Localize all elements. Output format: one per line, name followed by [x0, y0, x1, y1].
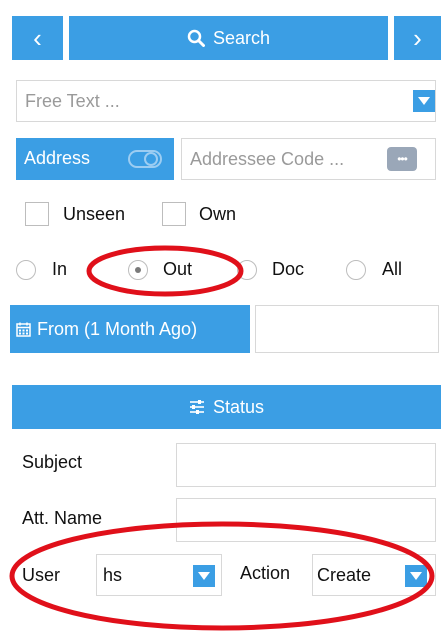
- radio-in-label: In: [52, 259, 68, 279]
- radio-in[interactable]: [16, 260, 36, 280]
- user-dropdown-button[interactable]: [193, 565, 215, 587]
- att-name-input[interactable]: [176, 498, 436, 542]
- att-name-label: Att. Name: [22, 508, 103, 528]
- chevron-down-icon: [418, 97, 430, 105]
- search-label: Search: [212, 27, 271, 48]
- search-icon: [187, 29, 205, 47]
- date-value-field[interactable]: [255, 305, 439, 353]
- own-label: Own: [199, 204, 237, 224]
- calendar-icon: [16, 322, 31, 337]
- radio-doc[interactable]: [237, 260, 257, 280]
- user-label: User: [22, 565, 61, 585]
- status-button[interactable]: Status: [12, 385, 441, 429]
- subject-input[interactable]: [176, 443, 436, 487]
- user-select[interactable]: hs: [96, 554, 222, 596]
- unseen-label: Unseen: [63, 204, 126, 224]
- action-select[interactable]: Create: [312, 554, 436, 596]
- free-text-dropdown-button[interactable]: [413, 90, 435, 112]
- chevron-right-icon: ›: [413, 23, 422, 53]
- radio-out-label: Out: [163, 259, 193, 279]
- action-value: Create: [317, 565, 372, 585]
- address-label: Address: [24, 148, 91, 168]
- addressee-code-field[interactable]: Addressee Code ... •••: [181, 138, 436, 180]
- free-text-field[interactable]: Free Text ...: [16, 80, 436, 122]
- toggle-icon: [128, 150, 162, 168]
- radio-all[interactable]: [346, 260, 366, 280]
- chevron-down-icon: [198, 572, 210, 580]
- subject-label: Subject: [22, 452, 83, 472]
- radio-all-label: All: [382, 259, 403, 279]
- unseen-checkbox[interactable]: [25, 202, 49, 226]
- prev-button[interactable]: ‹: [12, 16, 63, 60]
- addressee-code-placeholder: Addressee Code ...: [190, 149, 345, 169]
- date-from-label: From (1 Month Ago): [37, 318, 198, 339]
- more-button[interactable]: •••: [387, 147, 417, 171]
- free-text-placeholder: Free Text ...: [25, 91, 120, 111]
- action-dropdown-button[interactable]: [405, 565, 427, 587]
- address-toggle[interactable]: Address: [16, 138, 174, 180]
- user-value: hs: [103, 565, 123, 585]
- search-button[interactable]: Search: [69, 16, 388, 60]
- sliders-icon: [189, 400, 204, 414]
- radio-out[interactable]: [128, 260, 148, 280]
- own-checkbox[interactable]: [162, 202, 186, 226]
- radio-doc-label: Doc: [272, 259, 305, 279]
- chevron-down-icon: [410, 572, 422, 580]
- more-icon: •••: [397, 152, 408, 166]
- status-label: Status: [212, 396, 265, 417]
- next-button[interactable]: ›: [394, 16, 441, 60]
- chevron-left-icon: ‹: [33, 23, 42, 53]
- date-from-button[interactable]: From (1 Month Ago): [10, 305, 250, 353]
- action-label: Action: [240, 563, 291, 583]
